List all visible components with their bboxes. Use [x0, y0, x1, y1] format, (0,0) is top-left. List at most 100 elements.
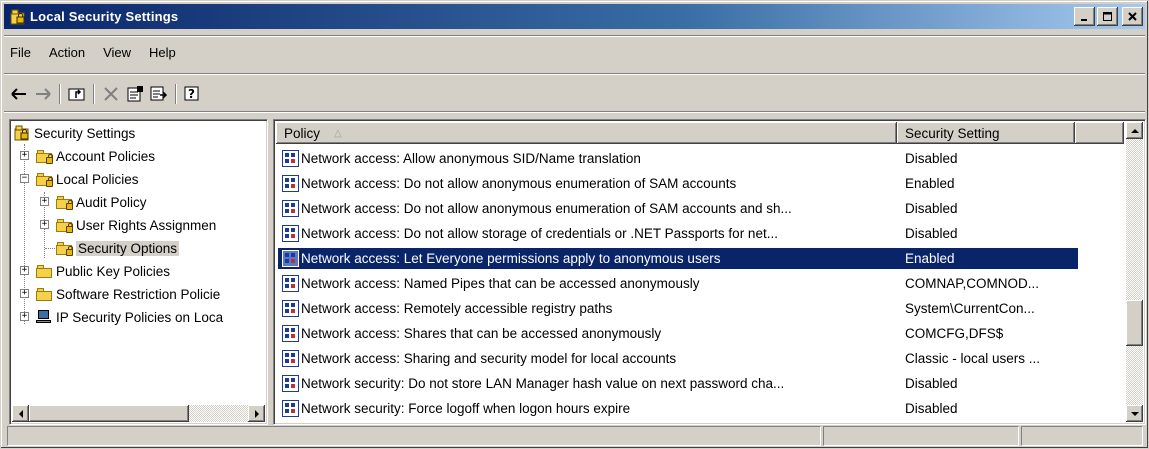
tree-item-security-options[interactable]: Security Options [56, 237, 180, 259]
list-item[interactable]: Network security: Do not store LAN Manag… [276, 371, 1124, 396]
column-header-security-setting[interactable]: Security Setting [897, 122, 1075, 144]
status-panel-2 [823, 426, 1019, 446]
column-label: Policy [284, 125, 321, 141]
policy-icon [282, 375, 299, 392]
policy-setting: Disabled [905, 151, 958, 166]
list-item[interactable]: Network access: Named Pipes that can be … [276, 271, 1124, 296]
policy-icon [282, 400, 299, 417]
policy-name: Network access: Do not allow anonymous e… [301, 176, 737, 191]
help-button[interactable]: ? [181, 83, 205, 105]
list-item[interactable]: Network security: Force logoff when logo… [276, 396, 1124, 421]
tree-item-account-policies[interactable]: + Account Policies [20, 145, 155, 167]
divider [4, 35, 1145, 37]
minimize-icon [1080, 18, 1087, 21]
scroll-right-button[interactable] [248, 405, 265, 422]
menu-file[interactable]: File [4, 45, 40, 60]
list-item[interactable]: Network access: Shares that can be acces… [276, 321, 1124, 346]
sort-ascending-icon: △ [334, 127, 342, 139]
menu-view[interactable]: View [94, 45, 140, 60]
list-item[interactable]: Network access: Allow anonymous SID/Name… [276, 146, 1124, 171]
menu-help[interactable]: Help [140, 45, 185, 60]
tree-item-local-policies[interactable]: − Local Policies [20, 168, 139, 190]
close-button[interactable] [1122, 7, 1143, 26]
security-settings-icon [14, 125, 30, 141]
tree-item-software-restriction-policies[interactable]: + Software Restriction Policie [20, 283, 220, 305]
policy-setting: Enabled [905, 176, 955, 191]
policy-list: Network access: Allow anonymous SID/Name… [276, 144, 1124, 424]
maximize-button[interactable] [1097, 7, 1118, 26]
list-item-selected[interactable]: Network access: Let Everyone permissions… [276, 246, 1124, 271]
policy-name: Network access: Do not allow anonymous e… [301, 201, 792, 216]
minimize-button[interactable] [1074, 7, 1095, 26]
collapse-icon[interactable]: − [20, 174, 29, 183]
folder-lock-icon [36, 172, 53, 187]
tree-item-ip-security-policies[interactable]: + IP Security Policies on Loca [20, 306, 223, 328]
tree-item-label: Public Key Policies [56, 263, 171, 279]
policy-icon [282, 150, 299, 167]
console-tree: Security Settings + Account Policies − L… [12, 122, 265, 403]
policy-name: Network access: Remotely accessible regi… [301, 301, 613, 316]
tree-item-user-rights-assignment[interactable]: + User Rights Assignmen [40, 214, 216, 236]
scroll-down-button[interactable] [1126, 405, 1143, 422]
divider [4, 111, 1145, 113]
expand-icon[interactable]: + [40, 220, 49, 229]
folder-lock-icon [56, 218, 73, 233]
up-folder-icon [68, 88, 85, 101]
properties-button[interactable] [123, 83, 147, 105]
list-vertical-scrollbar[interactable] [1126, 122, 1143, 422]
tree-item-security-settings[interactable]: Security Settings [14, 122, 135, 144]
folder-lock-icon [36, 149, 53, 164]
toolbar-separator [93, 84, 95, 104]
menu-action[interactable]: Action [40, 45, 94, 60]
list-item[interactable]: Network access: Do not allow anonymous e… [276, 171, 1124, 196]
list-header: Policy △ Security Setting [276, 122, 1124, 144]
folder-lock-icon [56, 195, 73, 210]
window-title: Local Security Settings [30, 9, 179, 24]
folder-lock-icon [56, 241, 73, 256]
policy-icon [282, 350, 299, 367]
scroll-left-button[interactable] [12, 405, 29, 422]
policy-setting: Disabled [905, 201, 958, 216]
arrow-right-icon [254, 409, 259, 418]
arrow-up-icon [1130, 128, 1139, 133]
forward-button[interactable] [31, 83, 55, 105]
title-bar[interactable]: Local Security Settings [4, 4, 1145, 29]
expand-icon[interactable]: + [20, 266, 29, 275]
list-item[interactable]: Network access: Sharing and security mod… [276, 346, 1124, 371]
export-list-button[interactable] [147, 83, 171, 105]
policy-setting: Enabled [905, 251, 955, 266]
policy-name: Network access: Let Everyone permissions… [301, 251, 721, 266]
console-tree-pane: Security Settings + Account Policies − L… [9, 119, 268, 425]
policy-icon [282, 300, 299, 317]
expand-icon[interactable]: + [20, 312, 29, 321]
status-bar [7, 425, 1145, 447]
tree-item-label: IP Security Policies on Loca [56, 309, 224, 325]
column-header-empty[interactable] [1075, 122, 1124, 144]
list-item[interactable]: Network access: Remotely accessible regi… [276, 296, 1124, 321]
expand-icon[interactable]: + [20, 289, 29, 298]
scroll-thumb[interactable] [29, 405, 189, 422]
policy-name: Network security: Force logoff when logo… [301, 401, 631, 416]
policy-name: Network security: Do not store LAN Manag… [301, 376, 785, 391]
toolbar-separator [175, 84, 177, 104]
expand-icon[interactable]: + [40, 197, 49, 206]
arrow-left-icon [18, 409, 23, 418]
tree-item-public-key-policies[interactable]: + Public Key Policies [20, 260, 170, 282]
policy-name: Network access: Allow anonymous SID/Name… [301, 151, 641, 166]
delete-button[interactable] [99, 83, 123, 105]
back-button[interactable] [7, 83, 31, 105]
folder-icon [36, 287, 52, 301]
column-label: Security Setting [905, 125, 1000, 141]
tree-item-audit-policy[interactable]: + Audit Policy [40, 191, 147, 213]
tree-horizontal-scrollbar[interactable] [12, 405, 265, 422]
close-icon [1127, 11, 1137, 21]
column-header-policy[interactable]: Policy △ [276, 122, 897, 144]
list-item[interactable]: Network access: Do not allow anonymous e… [276, 196, 1124, 221]
up-one-level-button[interactable] [65, 83, 89, 105]
list-item[interactable]: Network access: Do not allow storage of … [276, 221, 1124, 246]
expand-icon[interactable]: + [20, 151, 29, 160]
toolbar: ? [7, 81, 205, 107]
scroll-up-button[interactable] [1126, 122, 1143, 139]
scroll-thumb[interactable] [1126, 300, 1143, 346]
app-window: Local Security Settings File Action View… [0, 0, 1149, 449]
